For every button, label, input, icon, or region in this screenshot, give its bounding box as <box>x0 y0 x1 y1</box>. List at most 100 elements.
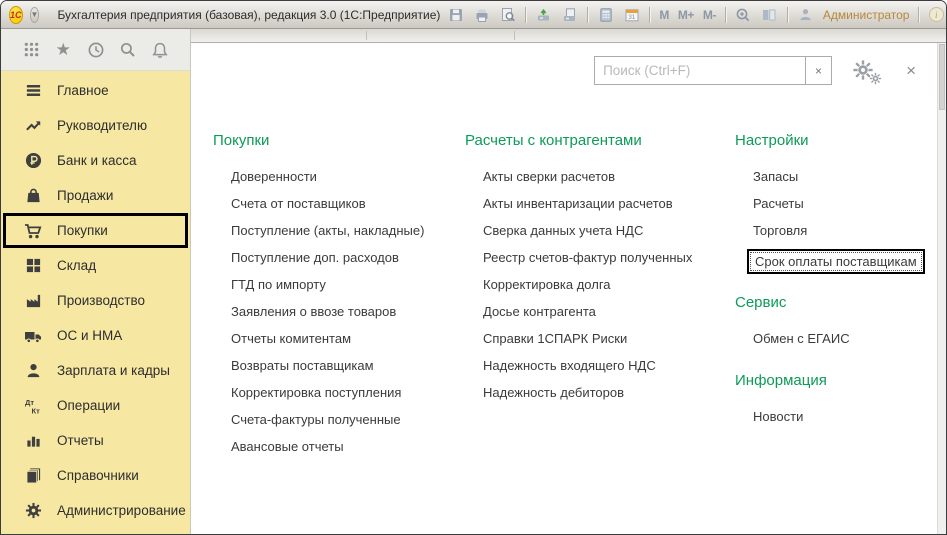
function-link[interactable]: Корректировка поступления <box>213 379 463 406</box>
tab-strip <box>191 29 946 42</box>
zoom-icon[interactable] <box>735 6 752 23</box>
settings-gears-icon[interactable] <box>852 57 882 85</box>
sidebar-item-label: Операции <box>57 398 120 413</box>
section-title: Покупки <box>213 132 463 149</box>
scrollbar-thumb[interactable] <box>939 44 945 110</box>
print-icon[interactable] <box>473 6 490 23</box>
svg-text:Кт: Кт <box>31 406 40 415</box>
column-raschety: Расчеты с контрагентами Акты сверки расч… <box>465 132 730 426</box>
function-link[interactable]: Новости <box>735 403 935 430</box>
sidebar-item-rukovoditelyu[interactable]: Руководителю <box>1 108 190 143</box>
notifications-bell-icon[interactable] <box>150 40 170 60</box>
function-link[interactable]: Торговля <box>735 217 935 244</box>
sidebar-menu: Главное Руководителю Банк и касса Продаж… <box>1 71 190 534</box>
print-preview-icon[interactable] <box>499 6 516 23</box>
calc-memory-button[interactable]: M <box>659 8 669 22</box>
section-title: Сервис <box>735 294 935 311</box>
export-data-icon[interactable] <box>535 6 552 23</box>
function-link[interactable]: Корректировка долга <box>465 271 730 298</box>
sidebar-item-label: Склад <box>57 258 96 273</box>
function-link[interactable]: Акты сверки расчетов <box>465 163 730 190</box>
sidebar-item-administrirovanie[interactable]: Администрирование <box>1 493 190 528</box>
function-link[interactable]: Доверенности <box>213 163 463 190</box>
sidebar-item-glavnoe[interactable]: Главное <box>1 73 190 108</box>
function-link[interactable]: Акты инвентаризации расчетов <box>465 190 730 217</box>
function-link[interactable]: Авансовые отчеты <box>213 433 463 460</box>
function-link[interactable]: Обмен с ЕГАИС <box>735 325 935 352</box>
storage-boxes-icon <box>23 257 43 275</box>
calc-memory-minus-button[interactable]: M- <box>703 8 716 22</box>
function-link[interactable]: Счета-фактуры полученные <box>213 406 463 433</box>
function-link[interactable]: Досье контрагента <box>465 298 730 325</box>
function-link[interactable]: Заявления о ввозе товаров <box>213 298 463 325</box>
function-link[interactable]: Надежность дебиторов <box>465 379 730 406</box>
apps-grid-icon[interactable] <box>21 40 41 60</box>
sidebar-toolbar: ★ <box>1 29 190 71</box>
function-link[interactable]: Запасы <box>735 163 935 190</box>
function-link[interactable]: Поступление (акты, накладные) <box>213 217 463 244</box>
vertical-scrollbar[interactable] <box>937 43 946 534</box>
function-link[interactable]: Справки 1СПАРК Риски <box>465 325 730 352</box>
debit-credit-icon: ДтКт <box>23 397 43 415</box>
sidebar-item-prodazhi[interactable]: Продажи <box>1 178 190 213</box>
function-link[interactable]: Сверка данных учета НДС <box>465 217 730 244</box>
section-title: Настройки <box>735 132 935 149</box>
search-icon[interactable] <box>118 40 138 60</box>
window-title: Бухгалтерия предприятия (базовая), редак… <box>57 8 440 22</box>
function-link[interactable]: Возвраты поставщикам <box>213 352 463 379</box>
split-window-icon[interactable] <box>761 6 778 23</box>
sidebar-item-proizvodstvo[interactable]: Производство <box>1 283 190 318</box>
panel-close-icon[interactable]: × <box>906 61 916 81</box>
bar-chart-icon <box>23 432 43 450</box>
sidebar-item-os-i-nma[interactable]: ОС и НМА <box>1 318 190 353</box>
separator <box>725 7 726 23</box>
gear-icon <box>23 502 43 520</box>
system-menu-button[interactable]: ▼ <box>30 7 40 23</box>
sidebar-item-label: Главное <box>57 83 109 98</box>
sidebar-item-label: Отчеты <box>57 433 104 448</box>
function-link[interactable]: Отчеты комитентам <box>213 325 463 352</box>
calculator-icon[interactable] <box>597 6 614 23</box>
section-title: Расчеты с контрагентами <box>465 132 730 149</box>
function-link[interactable]: Счета от поставщиков <box>213 190 463 217</box>
title-bar: 1С ▼ Бухгалтерия предприятия (базовая), … <box>1 1 946 29</box>
sidebar-item-pokupki[interactable]: Покупки <box>3 213 188 248</box>
sidebar-item-zarplata-i-kadry[interactable]: Зарплата и кадры <box>1 353 190 388</box>
person-icon <box>23 362 43 380</box>
function-link[interactable]: ГТД по импорту <box>213 271 463 298</box>
sidebar-item-label: ОС и НМА <box>57 328 122 343</box>
sidebar-item-spravochniki[interactable]: Справочники <box>1 458 190 493</box>
function-link[interactable]: Реестр счетов-фактур полученных <box>465 244 730 271</box>
calendar-icon[interactable]: 31 <box>623 6 640 23</box>
info-icon[interactable]: i <box>928 6 945 23</box>
calc-memory-plus-button[interactable]: M+ <box>678 8 694 22</box>
sidebar-item-otchety[interactable]: Отчеты <box>1 423 190 458</box>
sidebar-item-label: Продажи <box>57 188 113 203</box>
save-icon[interactable] <box>447 6 464 23</box>
import-data-icon[interactable] <box>561 6 578 23</box>
sidebar-item-bank-i-kassa[interactable]: Банк и касса <box>1 143 190 178</box>
section-title: Информация <box>735 372 935 389</box>
user-icon <box>797 6 814 23</box>
search-clear-button[interactable]: × <box>805 57 831 84</box>
column-nastroyki: Настройки Запасы Расчеты Торговля Срок о… <box>735 132 935 450</box>
trend-chart-icon <box>23 117 43 135</box>
shopping-cart-icon <box>23 222 43 240</box>
favorites-star-icon[interactable]: ★ <box>53 40 73 60</box>
function-link[interactable]: Расчеты <box>735 190 935 217</box>
sidebar-item-label: Банк и касса <box>57 153 137 168</box>
function-link[interactable]: Надежность входящего НДС <box>465 352 730 379</box>
search-input[interactable] <box>595 57 805 84</box>
sidebar-item-label: Руководителю <box>57 118 147 133</box>
1c-logo-icon[interactable]: 1С <box>9 6 23 24</box>
function-link[interactable]: Поступление доп. расходов <box>213 244 463 271</box>
sidebar-item-operacii[interactable]: ДтКт Операции <box>1 388 190 423</box>
current-user-label[interactable]: Администратор <box>823 8 910 22</box>
separator <box>787 7 788 23</box>
shopping-bag-icon <box>23 187 43 205</box>
function-link-focused[interactable]: Срок оплаты поставщикам <box>747 249 935 274</box>
separator <box>525 7 526 23</box>
history-clock-icon[interactable] <box>86 40 106 60</box>
sidebar-item-sklad[interactable]: Склад <box>1 248 190 283</box>
sidebar-item-label: Производство <box>57 293 145 308</box>
